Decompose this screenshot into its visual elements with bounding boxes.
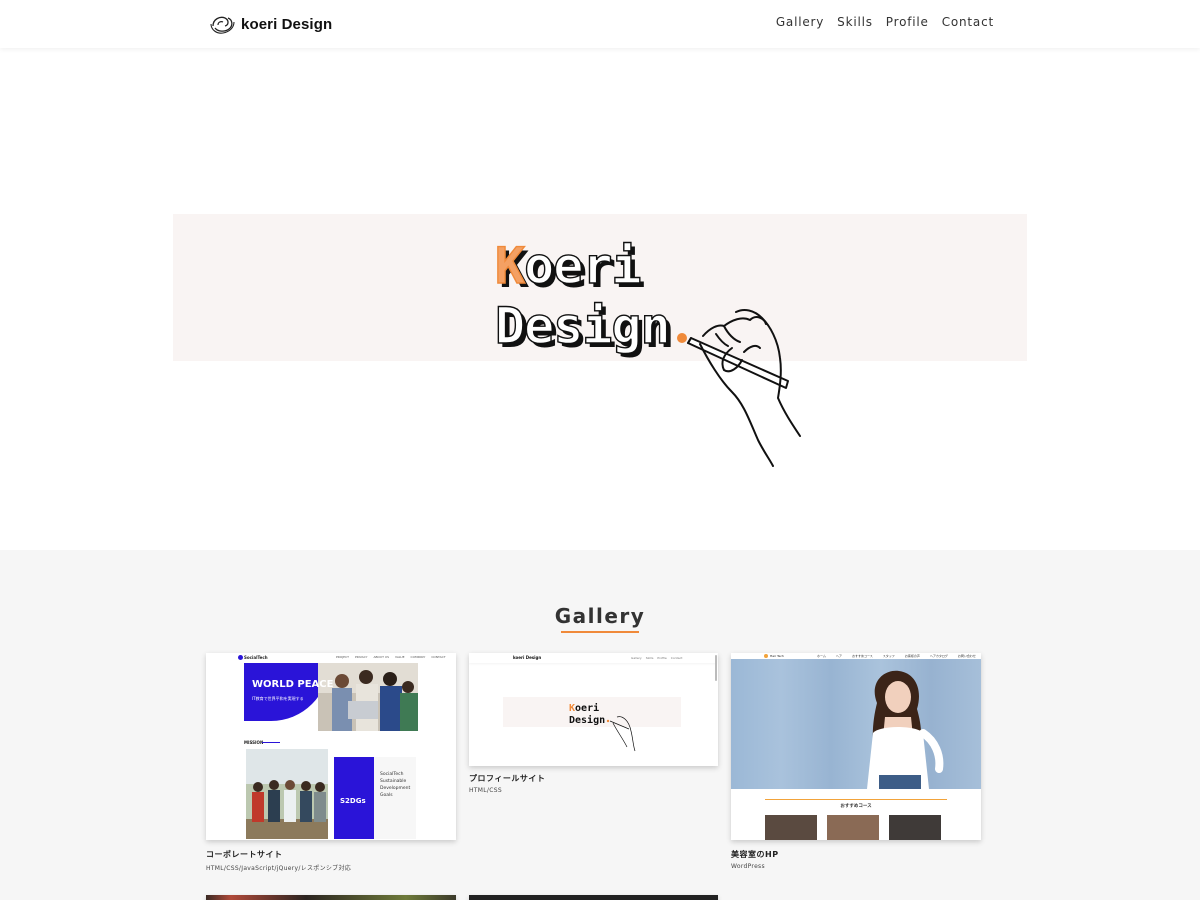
nav-skills[interactable]: Skills <box>837 15 873 29</box>
nav-gallery[interactable]: Gallery <box>776 15 824 29</box>
thumb-goal-desc: SocialTech Sustainable Development Goals <box>380 771 410 799</box>
thumb-logo: SocialTech <box>244 655 268 660</box>
hand-pen-icon <box>687 309 801 467</box>
card-tags: HTML/CSS <box>469 787 502 794</box>
hero-line2: Design <box>495 297 670 355</box>
hero-line2-group: Design Design <box>494 296 674 359</box>
svg-text:Koeri: Koeri <box>569 702 599 714</box>
swirl-logo-icon <box>210 16 235 34</box>
card-tags: WordPress <box>731 863 765 870</box>
socialtech-logo-icon <box>238 655 243 660</box>
logo-text: koeri Design <box>241 15 333 33</box>
thumb-nav-item: お客様の声 <box>904 654 920 658</box>
salon-logo-icon <box>764 654 768 658</box>
thumb-nav-item: ヘア <box>835 654 842 658</box>
thumb-section-label: おすすめコース <box>840 804 872 809</box>
thumb-hero-subtext: IT教育で世界平和を実現する <box>252 696 304 701</box>
svg-text:Design: Design <box>495 297 670 355</box>
thumb-hero-logo: Koeri Design <box>569 702 636 752</box>
thumb-goal-line: Development <box>380 786 411 791</box>
thumb-nav: Gallery Skills Profile Contact <box>631 656 682 660</box>
thumb-section-line <box>262 742 280 743</box>
gallery-card-partial[interactable] <box>469 895 718 900</box>
thumb-nav-item: ヘアカタログ <box>929 654 948 658</box>
thumb-hero-text: WORLD PEACE <box>252 679 334 690</box>
nav-contact[interactable]: Contact <box>942 15 994 29</box>
hero-section: Koeri Koeri Design Design <box>0 48 1200 550</box>
thumb-nav-item: Profile <box>657 656 667 660</box>
group-photo-icon <box>246 749 328 839</box>
woman-portrait-icon <box>867 670 944 789</box>
thumb-nav-item: CONTACT <box>431 655 446 659</box>
card-title[interactable]: プロフィールサイト <box>469 773 545 784</box>
hero-initial-k: K <box>495 237 525 295</box>
thumb-nav-item: PROJECT <box>336 655 349 659</box>
hero-line1-group: Koeri Koeri <box>494 236 645 299</box>
site-header: koeri Design Gallery Skills Profile Cont… <box>0 0 1200 48</box>
thumb-nav-item: PRIVACY <box>354 655 368 659</box>
thumb-hero-line2: Design <box>569 714 605 726</box>
card-thumbnail[interactable]: SocialTech PROJECT PRIVACY ABOUT US VALU… <box>206 653 456 840</box>
thumb-nav-item: Contact <box>670 656 683 660</box>
svg-text:Koeri: Koeri <box>495 237 641 295</box>
card-title[interactable]: コーポレートサイト <box>206 849 283 860</box>
nav-profile[interactable]: Profile <box>886 15 929 29</box>
gallery-title: Gallery <box>554 604 646 628</box>
stylist-photo <box>827 815 879 840</box>
thumb-nav-item: ホーム <box>817 654 826 658</box>
thumb-section-label: MISSION <box>244 740 264 745</box>
thumb-nav-item: おすすめコース <box>851 654 873 658</box>
thumb-nav: PROJECT PRIVACY ABOUT US VALUE COMPANY C… <box>336 655 446 659</box>
team-photo-icon <box>318 663 418 731</box>
thumb-goal-line: Goals <box>380 793 393 798</box>
hero-logo-illustration: Koeri Koeri Design Design <box>494 236 801 467</box>
thumb-section-line <box>765 799 947 800</box>
thumb-nav-item: お問い合わせ <box>957 654 976 658</box>
thumb-nav-item: VALUE <box>395 655 405 659</box>
hero-line1-rest: oeri <box>524 237 640 295</box>
thumb-scrollbar <box>715 655 717 681</box>
thumb-nav-item: Gallery <box>631 656 642 660</box>
thumb-goal-title: S2DGs <box>340 797 366 805</box>
thumb-logo: Hair Tech <box>770 654 784 658</box>
orange-dot-icon <box>677 333 687 343</box>
thumb-logo: koeri Design <box>513 655 542 660</box>
thumb-nav: ホーム ヘア おすすめコース スタッフ お客様の声 ヘアカタログ お問い合わせ <box>817 654 976 658</box>
site-logo[interactable]: koeri Design <box>210 12 332 36</box>
gallery-section: Gallery SocialTech PROJECT PRIVACY ABOUT… <box>0 550 1200 900</box>
stylist-photo <box>765 815 817 840</box>
card-tags: HTML/CSS/JavaScript/jQuery/レスポンシブ対応 <box>206 865 352 872</box>
gallery-title-underline <box>561 631 639 633</box>
thumb-nav-item: ABOUT US <box>373 655 389 659</box>
thumb-nav-item: COMPANY <box>410 655 426 659</box>
thumb-nav-item: Skills <box>645 656 654 660</box>
gallery-card-partial[interactable] <box>206 895 456 900</box>
card-thumbnail[interactable]: koeri Design Gallery Skills Profile Cont… <box>469 653 718 766</box>
thumb-nav-item: スタッフ <box>882 654 895 658</box>
thumb-goal-line: SocialTech <box>380 772 404 777</box>
thumb-goal-line: Sustainable <box>380 779 407 784</box>
main-nav: Gallery Skills Profile Contact <box>776 15 994 29</box>
stylist-photo <box>889 815 941 840</box>
thumb-hero-panel <box>244 663 329 721</box>
card-thumbnail[interactable]: Hair Tech ホーム ヘア おすすめコース スタッフ お客様の声 ヘアカタ… <box>731 653 981 840</box>
card-title[interactable]: 美容室のHP <box>731 849 779 860</box>
